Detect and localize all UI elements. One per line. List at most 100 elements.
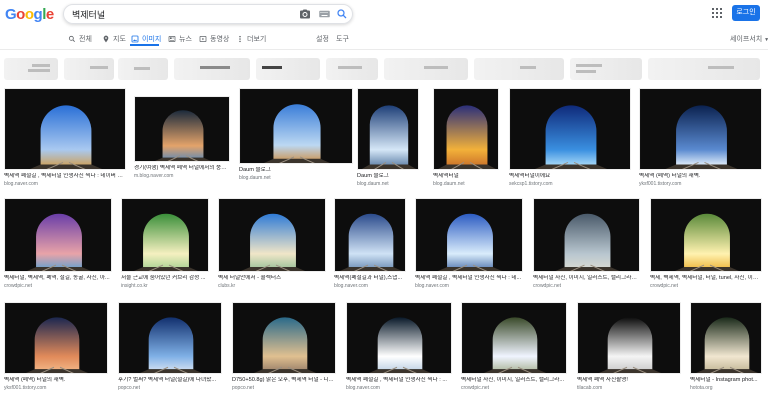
image-result-title[interactable]: 벽제터널 사진, 이미지, 일러스트, 캘리그라... xyxy=(461,377,567,384)
image-result-title[interactable]: 벽제역터널 xyxy=(433,173,499,180)
search-box[interactable] xyxy=(63,4,353,24)
image-result[interactable]: 서울 근교에 숨어있던 커브리 감성 ... insight.co.kr xyxy=(121,198,209,292)
image-result-title[interactable]: 벽제역 (폐역) 터널의 새벽. xyxy=(639,173,762,180)
related-chip[interactable] xyxy=(570,58,642,80)
image-result[interactable]: 벽제역 폐철길 , 벽제터널 인생사진 찍다 : 네이버 블로그 blog.nav… xyxy=(4,88,126,190)
settings-link[interactable]: 설정 xyxy=(316,34,329,44)
image-result-title[interactable]: 벽제역 폐철길 , 벽제터널 인생사진 찍다 : 네... xyxy=(415,275,523,282)
tab-all[interactable]: 전체 xyxy=(68,34,92,44)
image-result-title[interactable]: 후기? 벌써? 벽제역 터널(철길)에 다녀왔... xyxy=(118,377,222,384)
image-thumbnail[interactable] xyxy=(690,302,762,374)
image-thumbnail[interactable] xyxy=(239,88,353,164)
image-result[interactable]: 벽제역터널 blog.daum.net xyxy=(433,88,499,190)
tab-maps[interactable]: 지도 xyxy=(102,34,126,44)
related-chip[interactable] xyxy=(118,58,168,80)
image-result-title[interactable]: 벽제역 폐역 사진촬영! xyxy=(577,377,681,384)
image-result-title[interactable]: 벽제터널 사진, 이미지, 일러스트, 캘리그라피 ... xyxy=(533,275,640,282)
image-result[interactable]: 벽제역 폐역 사진촬영! tilacab.com xyxy=(577,302,681,394)
image-thumbnail[interactable] xyxy=(4,88,126,170)
image-result[interactable]: 벽제, 벽제역, 벽제터널, 터널, tunel, 사진, 이미... crowd… xyxy=(650,198,762,292)
image-result-title[interactable]: 벽제 터널안에서 - 콜렉터즈 xyxy=(218,275,326,282)
image-result-source: crowdpic.net xyxy=(650,283,679,289)
image-result-title[interactable]: 벽제터널, 벽제역, 폐역, 철길, 동굴, 사진, 아... xyxy=(4,275,112,282)
image-result-source: yksf001.tistory.com xyxy=(4,385,47,391)
image-result-title[interactable]: 벽제터널 - Instagram phot... xyxy=(690,377,762,384)
safesearch-toggle[interactable]: 세이프서치 ▼ xyxy=(730,34,768,44)
image-thumbnail[interactable] xyxy=(415,198,523,272)
header-divider xyxy=(0,49,768,50)
image-result[interactable]: 벽제역터널이에요 sekcsp1.tistory.com xyxy=(509,88,631,190)
image-thumbnail[interactable] xyxy=(4,302,108,374)
image-result-title[interactable]: 벽제, 벽제역, 벽제터널, 터널, tunel, 사진, 이미... xyxy=(650,275,762,282)
image-result-title[interactable]: Daum 블로그 xyxy=(357,173,419,180)
image-result-title[interactable]: 경기(여행) 벽제역 폐역 터널에서의 풍경... xyxy=(134,165,230,172)
camera-icon[interactable] xyxy=(299,8,311,20)
image-thumbnail[interactable] xyxy=(433,88,499,170)
image-thumbnail[interactable] xyxy=(334,198,406,272)
image-result-title[interactable]: D750+50.8g) 맑은 오후, 벽제역 터널 - 니... xyxy=(232,377,336,384)
image-thumbnail[interactable] xyxy=(650,198,762,272)
image-result[interactable]: 벽제터널 - Instagram phot... hotota.org xyxy=(690,302,762,394)
image-result[interactable]: 벽제터널 사진, 이미지, 일러스트, 캘리그라피 ... crowdpic.ne… xyxy=(533,198,640,292)
image-result-title[interactable]: 벽제역터널이에요 xyxy=(509,173,631,180)
image-thumbnail[interactable] xyxy=(346,302,452,374)
keyboard-icon[interactable] xyxy=(319,10,330,18)
image-result[interactable]: 벽제터널, 벽제역, 폐역, 철길, 동굴, 사진, 아... crowdpic.… xyxy=(4,198,112,292)
image-result-title[interactable]: 벽제역 폐철길 , 벽제터널 인생사진 찍다 : 네이버 블로그 xyxy=(4,173,126,180)
image-thumbnail[interactable] xyxy=(533,198,640,272)
related-chip[interactable] xyxy=(4,58,58,80)
image-result-source: blog.daum.net xyxy=(357,181,389,187)
image-result-source: tilacab.com xyxy=(577,385,603,391)
image-result-title[interactable]: 벽제역(폐철길과 터널),스냅... xyxy=(334,275,406,282)
apps-grid-icon[interactable] xyxy=(712,8,722,18)
image-result[interactable]: Daum 블로그 blog.daum.net xyxy=(239,88,353,184)
related-chip[interactable] xyxy=(326,58,378,80)
image-result-source: m.blog.naver.com xyxy=(134,173,174,179)
image-thumbnail[interactable] xyxy=(577,302,681,374)
search-icon[interactable] xyxy=(336,8,348,20)
image-result-title[interactable]: 벽제역 (폐역) 터널의 새벽. xyxy=(4,377,108,384)
related-chip[interactable] xyxy=(474,58,564,80)
image-result-source: insight.co.kr xyxy=(121,283,148,289)
image-thumbnail[interactable] xyxy=(357,88,419,170)
image-result-title[interactable]: 서울 근교에 숨어있던 커브리 감성 ... xyxy=(121,275,209,282)
login-button[interactable]: 로그인 xyxy=(732,5,760,21)
tab-videos[interactable]: 동영상 xyxy=(199,34,229,44)
tab-label: 지도 xyxy=(113,36,126,43)
image-thumbnail[interactable] xyxy=(134,96,230,162)
tools-link[interactable]: 도구 xyxy=(336,34,349,44)
related-chip[interactable] xyxy=(64,58,114,80)
related-chip[interactable] xyxy=(384,58,468,80)
image-result[interactable]: 벽제역 폐철길 , 벽제터널 인생사진 찍다 : ... blog.naver.c… xyxy=(346,302,452,394)
image-thumbnail[interactable] xyxy=(218,198,326,272)
related-chip[interactable] xyxy=(174,58,250,80)
image-thumbnail[interactable] xyxy=(232,302,336,374)
search-input[interactable] xyxy=(72,8,292,21)
image-thumbnail[interactable] xyxy=(461,302,567,374)
tab-news[interactable]: 뉴스 xyxy=(168,34,192,44)
image-result-source: blog.naver.com xyxy=(334,283,368,289)
google-logo[interactable]: Google xyxy=(5,6,54,23)
image-thumbnail[interactable] xyxy=(121,198,209,272)
image-result[interactable]: Daum 블로그 blog.daum.net xyxy=(357,88,419,190)
image-thumbnail[interactable] xyxy=(118,302,222,374)
image-result-source: blog.naver.com xyxy=(415,283,449,289)
image-thumbnail[interactable] xyxy=(4,198,112,272)
image-result[interactable]: 경기(여행) 벽제역 폐역 터널에서의 풍경... m.blog.naver.co… xyxy=(134,96,230,182)
image-thumbnail[interactable] xyxy=(509,88,631,170)
image-result[interactable]: 벽제역 폐철길 , 벽제터널 인생사진 찍다 : 네... blog.naver.… xyxy=(415,198,523,292)
image-result[interactable]: 벽제터널 사진, 이미지, 일러스트, 캘리그라... crowdpic.net xyxy=(461,302,567,394)
image-result[interactable]: 벽제역 (폐역) 터널의 새벽. yksf001.tistory.com xyxy=(639,88,762,190)
image-result[interactable]: 벽제역 (폐역) 터널의 새벽. yksf001.tistory.com xyxy=(4,302,108,394)
related-chip[interactable] xyxy=(256,58,320,80)
image-result-title[interactable]: Daum 블로그 xyxy=(239,167,353,174)
image-result[interactable]: D750+50.8g) 맑은 오후, 벽제역 터널 - 니... popco.ne… xyxy=(232,302,336,394)
image-result-title[interactable]: 벽제역 폐철길 , 벽제터널 인생사진 찍다 : ... xyxy=(346,377,452,384)
tab-images[interactable]: 이미지 xyxy=(131,34,161,44)
image-thumbnail[interactable] xyxy=(639,88,762,170)
image-result[interactable]: 벽제역(폐철길과 터널),스냅... blog.naver.com xyxy=(334,198,406,292)
image-result[interactable]: 벽제 터널안에서 - 콜렉터즈 clubs.kr xyxy=(218,198,326,292)
related-chip[interactable] xyxy=(648,58,760,80)
image-result[interactable]: 후기? 벌써? 벽제역 터널(철길)에 다녀왔... popco.net xyxy=(118,302,222,394)
tab-more[interactable]: 더보기 xyxy=(236,34,266,44)
